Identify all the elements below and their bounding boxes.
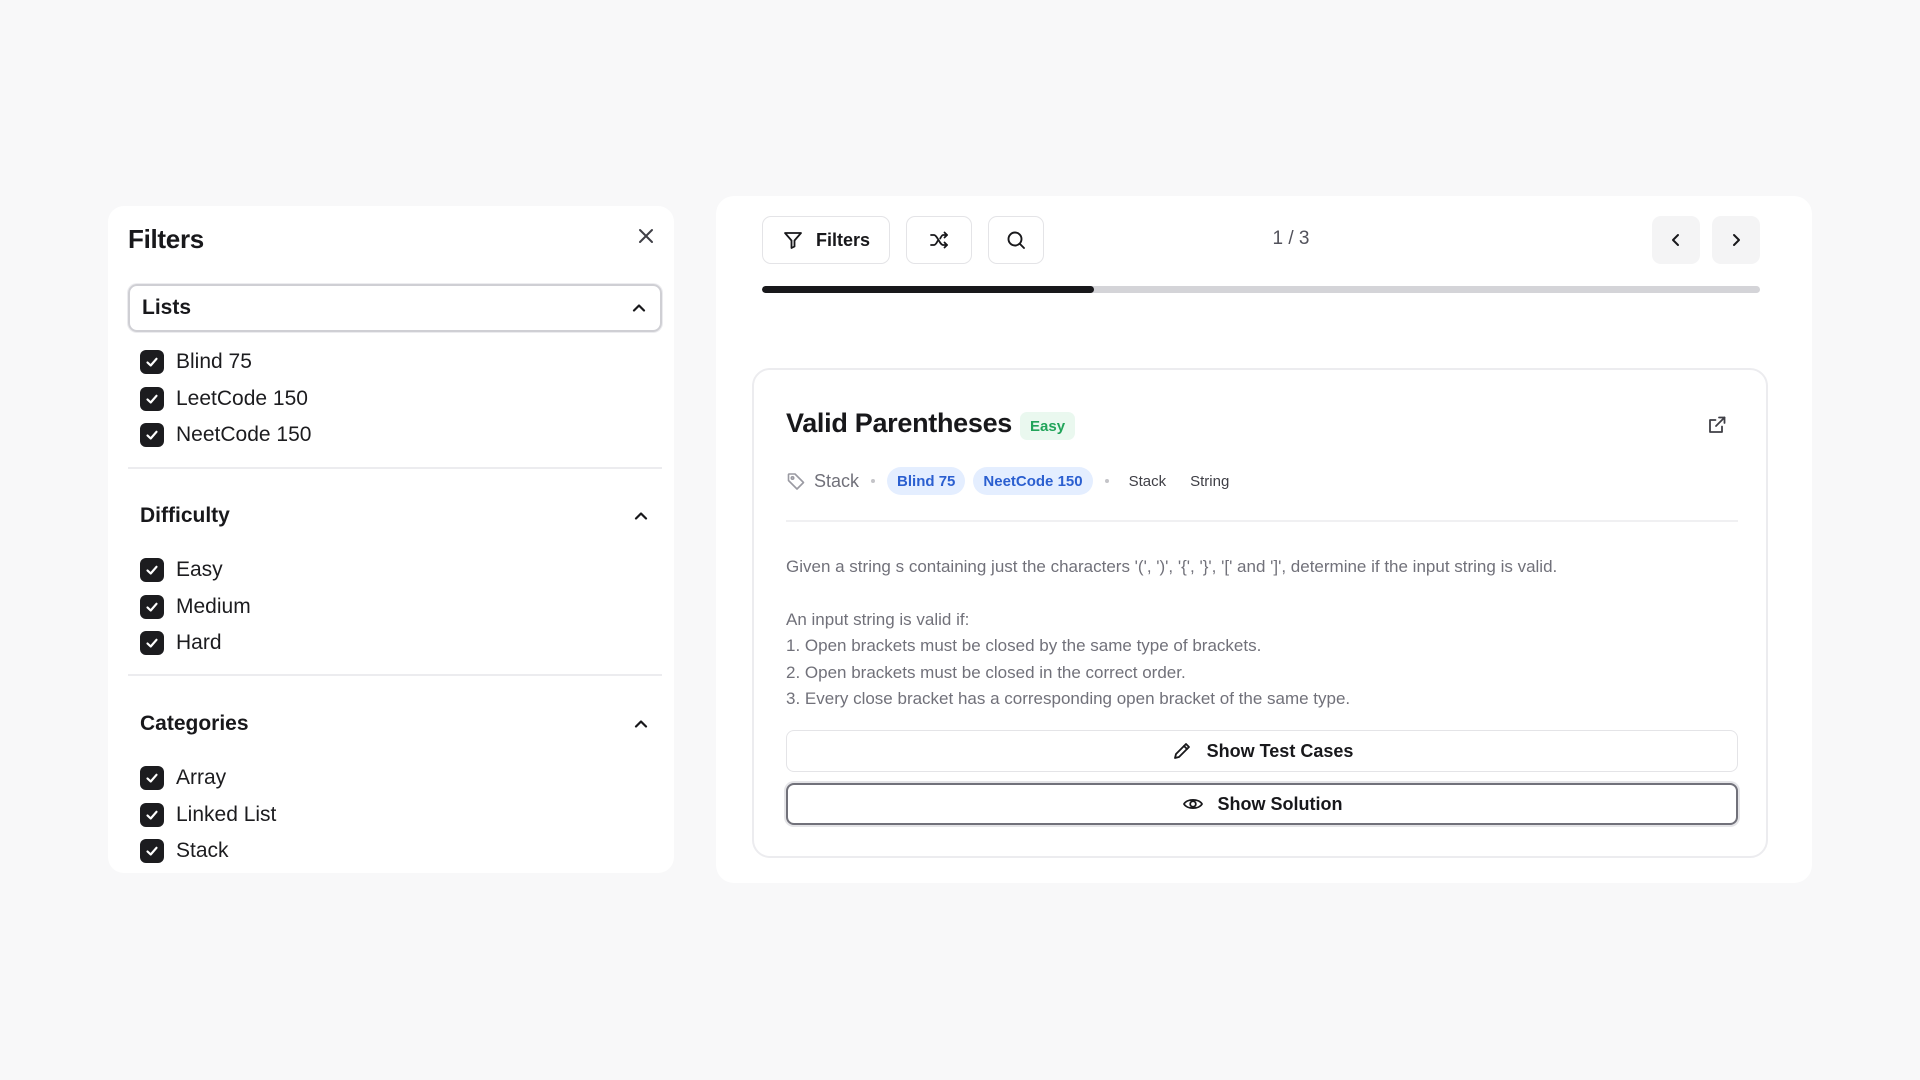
checkbox-checked-icon[interactable] [140, 350, 164, 375]
filters-panel: Filters Lists Blind 75 LeetCode 150 Neet [108, 206, 674, 873]
filter-section-lists: Lists Blind 75 LeetCode 150 NeetCode 150 [128, 284, 662, 454]
tag-icon [786, 471, 806, 491]
show-test-cases-label: Show Test Cases [1206, 740, 1354, 761]
separator-dot [1104, 479, 1109, 483]
show-solution-label: Show Solution [1217, 793, 1343, 814]
main-panel: Filters 1 / 3 Valid Parentheses Easy Sta… [716, 196, 1812, 883]
filters-button-label: Filters [815, 229, 871, 250]
section-divider [128, 467, 662, 469]
filters-title: Filters [128, 224, 204, 254]
filter-option-array[interactable]: Array [140, 760, 662, 797]
section-label: Categories [140, 712, 249, 735]
section-header-difficulty[interactable]: Difficulty [128, 492, 662, 540]
category-tag: Stack [786, 471, 859, 492]
checkbox-checked-icon[interactable] [140, 386, 164, 411]
filter-section-difficulty: Difficulty Easy Medium Hard [128, 492, 662, 662]
filters-button[interactable]: Filters [762, 216, 890, 264]
filter-option-leetcode-150[interactable]: LeetCode 150 [140, 381, 662, 418]
chevron-up-icon [632, 507, 650, 525]
section-divider [128, 674, 662, 676]
pencil-icon [1171, 740, 1193, 762]
shuffle-button[interactable] [906, 216, 972, 264]
option-label: Medium [176, 594, 251, 618]
section-label: Difficulty [140, 504, 230, 527]
topic-tag[interactable]: String [1182, 467, 1237, 495]
section-label: Lists [142, 296, 192, 319]
filter-option-medium[interactable]: Medium [140, 589, 662, 626]
checkbox-checked-icon[interactable] [140, 631, 164, 656]
description-line: 1. Open brackets must be closed by the s… [786, 636, 1262, 655]
option-label: Blind 75 [176, 350, 252, 374]
description-line: 3. Every close bracket has a correspondi… [786, 689, 1351, 708]
option-label: LeetCode 150 [176, 386, 308, 410]
chevron-up-icon [630, 299, 648, 317]
card-divider [786, 520, 1738, 522]
list-tag[interactable]: NeetCode 150 [973, 467, 1093, 495]
checkbox-checked-icon[interactable] [140, 558, 164, 583]
tags-row: Stack Blind 75 NeetCode 150 Stack String [786, 466, 1237, 496]
option-label: Easy [176, 558, 223, 582]
option-label: Stack [176, 839, 229, 863]
problem-title: Valid Parentheses [786, 408, 1013, 438]
option-label: Hard [176, 631, 222, 655]
filter-icon [782, 229, 804, 251]
search-button[interactable] [988, 216, 1044, 264]
filter-option-stack[interactable]: Stack [140, 833, 662, 870]
shuffle-icon [928, 229, 950, 251]
topic-tag[interactable]: Stack [1121, 467, 1175, 495]
show-test-cases-button[interactable]: Show Test Cases [786, 730, 1738, 772]
filter-option-linked-list[interactable]: Linked List [140, 797, 662, 834]
chevron-right-icon [1727, 231, 1745, 249]
filter-option-easy[interactable]: Easy [140, 552, 662, 589]
external-link-icon[interactable] [1706, 414, 1728, 436]
filter-option-hard[interactable]: Hard [140, 625, 662, 662]
show-solution-button[interactable]: Show Solution [786, 783, 1738, 825]
progress-bar [762, 286, 1760, 293]
problem-card: Valid Parentheses Easy Stack Blind 75 Ne… [752, 368, 1768, 858]
separator-dot [871, 479, 876, 483]
category-label: Stack [814, 470, 860, 491]
checkbox-checked-icon[interactable] [140, 594, 164, 619]
filter-section-categories: Categories Array Linked List Stack [128, 700, 662, 870]
close-filters-button[interactable] [632, 222, 660, 250]
filter-option-neetcode-150[interactable]: NeetCode 150 [140, 417, 662, 454]
section-header-lists[interactable]: Lists [128, 284, 662, 332]
chevron-up-icon [632, 715, 650, 733]
description-line: 2. Open brackets must be closed in the c… [786, 662, 1186, 682]
checkbox-checked-icon[interactable] [140, 423, 164, 448]
description-line: An input string is valid if: [786, 609, 970, 629]
option-label: Linked List [176, 802, 277, 826]
question-counter: 1 / 3 [1272, 228, 1310, 249]
section-header-categories[interactable]: Categories [128, 700, 662, 748]
list-tag[interactable]: Blind 75 [887, 467, 966, 495]
previous-button[interactable] [1652, 216, 1700, 264]
next-button[interactable] [1712, 216, 1760, 264]
filter-option-blind-75[interactable]: Blind 75 [140, 344, 662, 381]
checkbox-checked-icon[interactable] [140, 802, 164, 827]
eye-icon [1182, 793, 1204, 815]
problem-description: Given a string s containing just the cha… [786, 554, 1738, 713]
description-line: Given a string s containing just the cha… [786, 557, 1558, 576]
checkbox-checked-icon[interactable] [140, 766, 164, 791]
option-label: NeetCode 150 [176, 423, 312, 447]
search-icon [1005, 229, 1027, 251]
chevron-left-icon [1667, 231, 1685, 249]
close-icon [637, 227, 655, 245]
progress-fill [762, 286, 1095, 293]
difficulty-badge: Easy [1020, 412, 1076, 440]
option-label: Array [176, 766, 227, 790]
checkbox-checked-icon[interactable] [140, 839, 164, 864]
